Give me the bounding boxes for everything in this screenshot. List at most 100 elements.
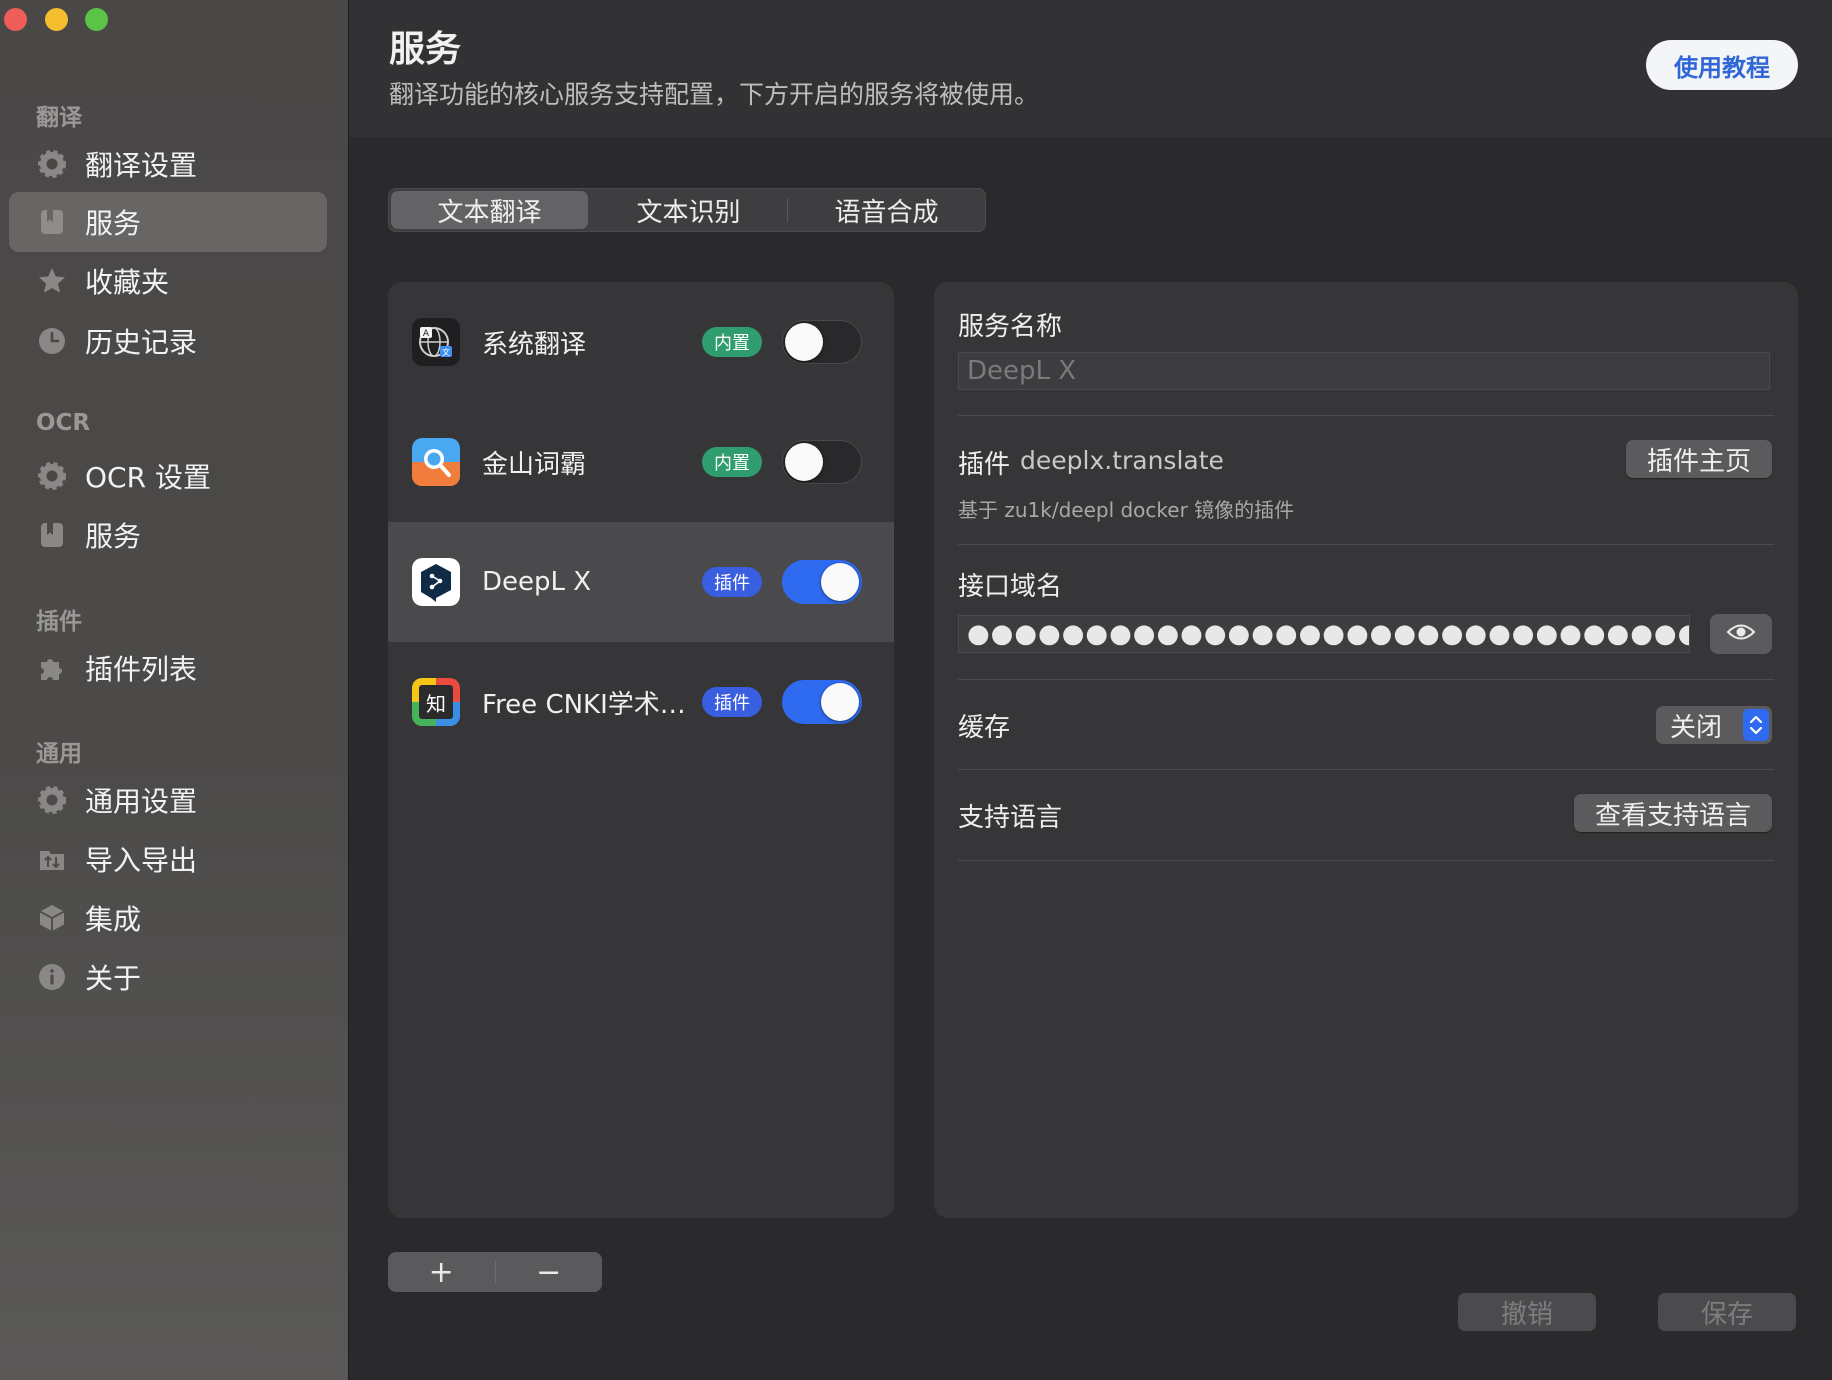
plugin-homepage-button[interactable]: 插件主页 [1626,440,1772,478]
page-subtitle: 翻译功能的核心服务支持配置，下方开启的服务将被使用。 [389,80,1040,109]
service-list: A文 系统翻译 内置 金山词霸 内置 DeepL X 插件 知 Free CNK… [388,282,894,1218]
star-icon [37,266,67,296]
divider [958,544,1774,545]
view-languages-button[interactable]: 查看支持语言 [1574,794,1772,832]
builtin-badge: 内置 [702,447,762,477]
folder-transfer-icon [37,844,67,874]
service-name-label: 服务名称 [958,312,1063,342]
sidebar-item-label: 服务 [85,207,142,240]
tab-text-recognition[interactable]: 文本识别 [590,189,787,231]
bookmark-icon [37,520,67,550]
cnki-icon: 知 [412,678,460,726]
zoom-window-button[interactable] [85,8,108,31]
deepl-icon [412,558,460,606]
service-type-tabs: 文本翻译 文本识别 语音合成 [388,188,986,232]
plugin-badge: 插件 [702,687,762,717]
toggle-knob [785,323,823,361]
iciba-icon [412,438,460,486]
service-name: 金山词霸 [482,449,587,480]
sidebar-item-label: 收藏夹 [85,266,170,299]
sidebar-section-translate: 翻译 [36,105,82,131]
divider [958,769,1774,770]
supported-languages-label: 支持语言 [958,803,1063,833]
toggle-knob [821,563,859,601]
sidebar-item-label: 插件列表 [85,653,198,686]
sidebar-item-general-settings[interactable]: 通用设置 [9,770,327,830]
sidebar-item-about[interactable]: 关于 [9,947,327,1007]
remove-service-button[interactable]: − [496,1252,603,1292]
svg-text:A: A [423,329,430,339]
tutorial-button[interactable]: 使用教程 [1646,40,1798,90]
sidebar-item-plugin-list[interactable]: 插件列表 [9,638,327,698]
divider [958,860,1774,861]
plugin-description: 基于 zu1k/deepl docker 镜像的插件 [958,498,1295,522]
svg-text:知: 知 [426,692,446,716]
api-domain-label: 接口域名 [958,572,1063,602]
sidebar-section-ocr: OCR [36,410,91,436]
sidebar-item-label: 导入导出 [85,844,198,877]
sidebar-item-label: 关于 [85,962,142,995]
cube-icon [37,903,67,933]
sidebar-item-label: 服务 [85,520,142,553]
service-row-iciba[interactable]: 金山词霸 内置 [388,402,894,522]
add-service-button[interactable]: + [388,1252,495,1292]
page-title: 服务 [389,29,462,70]
service-toggle-system-translate[interactable] [782,320,862,364]
info-icon [37,962,67,992]
minimize-window-button[interactable] [45,8,68,31]
service-toggle-free-cnki[interactable] [782,680,862,724]
tab-text-translate[interactable]: 文本翻译 [391,191,588,229]
plugin-badge: 插件 [702,567,762,597]
sidebar-item-ocr-settings[interactable]: OCR 设置 [9,446,327,506]
sidebar-item-history[interactable]: 历史记录 [9,311,327,371]
plugin-label: 插件 [958,450,1011,480]
divider [958,415,1774,416]
sidebar-item-label: 通用设置 [85,785,198,818]
service-row-free-cnki[interactable]: 知 Free CNKI学术… 插件 [388,642,894,762]
cache-label: 缓存 [958,713,1011,743]
sidebar: 翻译 翻译设置 服务 收藏夹 历史记录 OCR OCR 设置 服务 插件 插件列… [0,0,349,1380]
service-toggle-deepl-x[interactable] [782,560,862,604]
divider [958,679,1774,680]
toggle-knob [821,683,859,721]
toggle-knob [785,443,823,481]
service-toggle-iciba[interactable] [782,440,862,484]
sidebar-item-favorites[interactable]: 收藏夹 [9,251,327,311]
tab-speech-synthesis[interactable]: 语音合成 [788,189,985,231]
sidebar-item-label: 翻译设置 [85,149,198,182]
service-name: DeepL X [482,567,592,597]
gear-icon [37,785,67,815]
builtin-badge: 内置 [702,327,762,357]
list-add-remove-control: + − [388,1252,602,1292]
sidebar-section-plugins: 插件 [36,609,82,635]
service-name-field[interactable]: DeepL X [958,352,1770,390]
sidebar-item-label: OCR 设置 [85,461,211,494]
gear-icon [37,149,67,179]
sidebar-item-label: 历史记录 [85,326,198,359]
close-window-button[interactable] [4,8,27,31]
cancel-button[interactable]: 撤销 [1458,1293,1596,1331]
show-password-button[interactable] [1710,614,1772,654]
bookmark-icon [37,207,67,237]
svg-text:文: 文 [442,347,450,357]
chevron-up-down-icon [1743,709,1769,741]
cache-select[interactable]: 关闭 [1656,706,1772,744]
sidebar-item-ocr-services[interactable]: 服务 [9,505,327,565]
sidebar-item-translate-settings[interactable]: 翻译设置 [9,134,327,194]
system-translate-icon: A文 [412,318,460,366]
api-domain-field[interactable]: ●●●●●●●●●●●●●●●●●●●●●●●●●●●●●●●●●●●●●● [958,615,1690,653]
sidebar-item-label: 集成 [85,903,142,936]
service-row-system-translate[interactable]: A文 系统翻译 内置 [388,282,894,402]
sidebar-item-import-export[interactable]: 导入导出 [9,829,327,889]
gear-icon [37,461,67,491]
sidebar-item-translate-services[interactable]: 服务 [9,192,327,252]
eye-icon [1726,622,1756,646]
cache-select-value: 关闭 [1670,712,1723,743]
clock-icon [37,326,67,356]
sidebar-item-integration[interactable]: 集成 [9,888,327,948]
save-button[interactable]: 保存 [1658,1293,1796,1331]
service-row-deepl-x[interactable]: DeepL X 插件 [388,522,894,642]
service-name: Free CNKI学术… [482,689,686,720]
puzzle-icon [37,653,67,683]
service-name: 系统翻译 [482,329,587,360]
